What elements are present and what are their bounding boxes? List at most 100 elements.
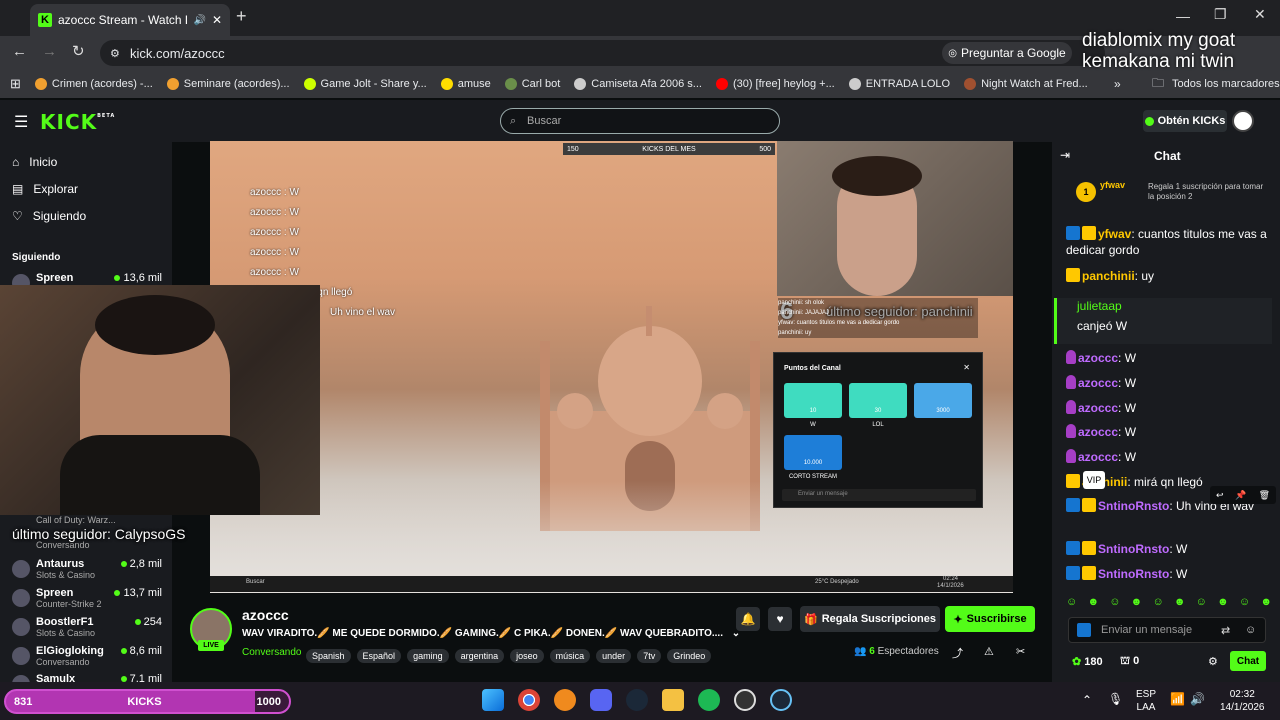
channel-point-reward[interactable]: 30 LOL xyxy=(849,383,907,428)
emote-icon[interactable]: ☺ xyxy=(1196,596,1207,608)
delete-icon[interactable]: 🗑 xyxy=(1259,490,1270,501)
clock[interactable]: 02:32 14/1/2026 xyxy=(1220,688,1265,714)
ask-google-button[interactable]: ◎ Preguntar a Google xyxy=(942,42,1072,64)
chat-username[interactable]: azoccc xyxy=(1078,425,1118,439)
window-maximize-button[interactable]: ❐ xyxy=(1214,6,1227,23)
spotify-icon[interactable] xyxy=(698,689,720,711)
emote-icon[interactable]: ☻ xyxy=(1217,596,1229,608)
wifi-icon[interactable]: 📶 xyxy=(1170,692,1185,706)
discord-icon[interactable] xyxy=(590,689,612,711)
chat-message[interactable]: azoccc: W xyxy=(1066,424,1272,440)
steam-icon[interactable] xyxy=(626,689,648,711)
stream-tag[interactable]: música xyxy=(549,649,591,663)
chat-message[interactable]: panchinii: uy xyxy=(1066,268,1272,284)
new-tab-button[interactable]: + xyxy=(236,6,247,27)
following-item[interactable]: BoostlerF1 Slots & Casino 254 xyxy=(12,616,162,638)
subscribe-button[interactable]: ✦ Suscribirse xyxy=(945,606,1035,632)
stream-tag[interactable]: joseo xyxy=(510,649,544,663)
bookmark-item[interactable]: Night Watch at Fred... xyxy=(964,78,1088,90)
following-item[interactable]: Spreen 13,6 mil xyxy=(12,272,162,292)
bookmark-item[interactable]: Camiseta Afa 2006 s... xyxy=(574,78,702,90)
following-item[interactable]: ElGiogloking Conversando 8,6 mil xyxy=(12,645,162,667)
chat-message[interactable]: SntinoRnsto: W xyxy=(1066,566,1272,582)
channel-point-reward[interactable]: 10.000 CORTO STREAM xyxy=(784,435,842,480)
channel-point-reward[interactable]: 10 W xyxy=(784,383,842,428)
follow-heart-button[interactable]: ♥ xyxy=(768,607,792,631)
language-indicator[interactable]: ESP LAA xyxy=(1136,688,1156,714)
emote-icon[interactable]: ☺ xyxy=(1066,596,1077,608)
channel-name[interactable]: azoccc xyxy=(242,607,289,623)
back-button[interactable]: ← xyxy=(12,43,27,60)
gift-subs-button[interactable]: 🎁 Regala Suscripciones xyxy=(800,606,940,632)
collapse-chat-icon[interactable]: ⇥ xyxy=(1060,148,1070,162)
chat-gifts[interactable]: ⛫ 0 xyxy=(1120,655,1139,669)
bookmark-item[interactable]: Game Jolt - Share y... xyxy=(303,78,427,90)
chat-username[interactable]: yfwav xyxy=(1098,227,1131,241)
apps-grid-icon[interactable]: ⊞ xyxy=(10,76,21,92)
stream-tag[interactable]: Spanish xyxy=(306,649,351,663)
user-avatar[interactable] xyxy=(1232,110,1254,132)
chat-message[interactable]: SntinoRnsto: W xyxy=(1066,541,1272,557)
chat-username[interactable]: julietaap xyxy=(1077,298,1272,314)
menu-hamburger-icon[interactable]: ☰ xyxy=(14,112,28,132)
chat-message[interactable]: yfwav: cuantos titulos me vas a dedicar … xyxy=(1066,226,1272,258)
report-icon[interactable]: ⚠ xyxy=(984,645,994,658)
tray-expand-icon[interactable]: ⌃ xyxy=(1082,693,1092,707)
chat-input[interactable]: Enviar un mensaje ⇄ ☺ xyxy=(1068,617,1266,643)
nav-explore[interactable]: ▤ Explorar xyxy=(12,182,78,196)
stream-category[interactable]: Conversando xyxy=(242,647,301,658)
channel-point-reward[interactable]: 3000 xyxy=(914,383,972,418)
start-windows-icon[interactable] xyxy=(482,689,504,711)
reload-button[interactable]: ↻ xyxy=(72,42,85,60)
obs-icon[interactable] xyxy=(734,689,756,711)
bookmark-item[interactable]: Carl bot xyxy=(504,78,560,90)
search-input[interactable]: ⌕ Buscar xyxy=(500,108,780,134)
chat-username[interactable]: azoccc xyxy=(1078,351,1118,365)
fl-studio-icon[interactable] xyxy=(554,689,576,711)
bookmark-item[interactable]: ENTRADA LOLO xyxy=(848,78,950,90)
stream-tag[interactable]: 7tv xyxy=(637,649,662,663)
bookmarks-overflow-icon[interactable]: » xyxy=(1114,77,1121,91)
chat-username[interactable]: azoccc xyxy=(1078,376,1118,390)
chat-message[interactable]: azoccc: W xyxy=(1066,375,1272,391)
chat-message[interactable]: julietaap canjeó W xyxy=(1054,298,1272,344)
mini-chat-input[interactable]: Enviar un mensaje xyxy=(782,489,976,501)
send-chat-button[interactable]: Chat xyxy=(1230,651,1266,671)
emote-icon[interactable]: ☺ xyxy=(1239,596,1250,608)
reply-icon[interactable]: ↩ xyxy=(1216,490,1224,501)
emote-icon[interactable]: ☺ xyxy=(1109,596,1120,608)
kick-logo[interactable]: KICKBETA xyxy=(40,110,115,134)
chat-username[interactable]: azoccc xyxy=(1078,401,1118,415)
stream-tag[interactable]: under xyxy=(596,649,632,663)
bookmark-item[interactable]: (30) [free] heylog +... xyxy=(715,78,835,90)
nav-following[interactable]: ♡ Siguiendo xyxy=(12,209,86,223)
pin-icon[interactable]: 📌 xyxy=(1235,490,1246,501)
chat-username[interactable]: SntinoRnsto xyxy=(1098,567,1169,581)
following-item[interactable]: Antaurus Slots & Casino 2,8 mil xyxy=(12,558,162,580)
volume-icon[interactable]: 🔊 xyxy=(1190,692,1205,706)
chat-message[interactable]: azoccc: W xyxy=(1066,449,1272,465)
panel-close-icon[interactable]: ✕ xyxy=(963,363,970,372)
emote-icon[interactable]: ☻ xyxy=(1260,596,1272,608)
bookmark-item[interactable]: Crimen (acordes) -... xyxy=(34,78,153,90)
emote-icon[interactable]: ☺ xyxy=(1152,596,1163,608)
file-explorer-icon[interactable] xyxy=(662,689,684,711)
tab-audio-icon[interactable]: 🔊 xyxy=(193,15,205,26)
chat-settings-icon[interactable]: ⚙ xyxy=(1208,655,1218,668)
following-item[interactable]: Spreen Counter-Strike 2 13,7 mil xyxy=(12,587,162,609)
chat-message[interactable]: azoccc: W xyxy=(1066,400,1272,416)
translate-icon[interactable]: ⇄ xyxy=(1221,624,1230,637)
mic-icon[interactable]: 🎙 xyxy=(1108,692,1123,706)
notification-bell-button[interactable]: 🔔 xyxy=(736,607,760,631)
emote-icon[interactable]: ☻ xyxy=(1131,596,1143,608)
emote-icon[interactable]: ☻ xyxy=(1087,596,1099,608)
window-close-button[interactable]: ✕ xyxy=(1254,6,1266,23)
stream-tag[interactable]: argentina xyxy=(454,649,505,663)
emoji-icon[interactable]: ☺ xyxy=(1245,624,1256,636)
browser-tab[interactable]: K azoccc Stream - Watch Live 🔊 ✕ xyxy=(30,4,230,36)
chrome-icon[interactable] xyxy=(518,689,540,711)
pinned-user[interactable]: yfwav xyxy=(1100,180,1125,190)
get-kicks-button[interactable]: Obtén KICKs xyxy=(1143,110,1227,132)
chat-username[interactable]: SntinoRnsto xyxy=(1098,542,1169,556)
chat-username[interactable]: azoccc xyxy=(1078,450,1118,464)
